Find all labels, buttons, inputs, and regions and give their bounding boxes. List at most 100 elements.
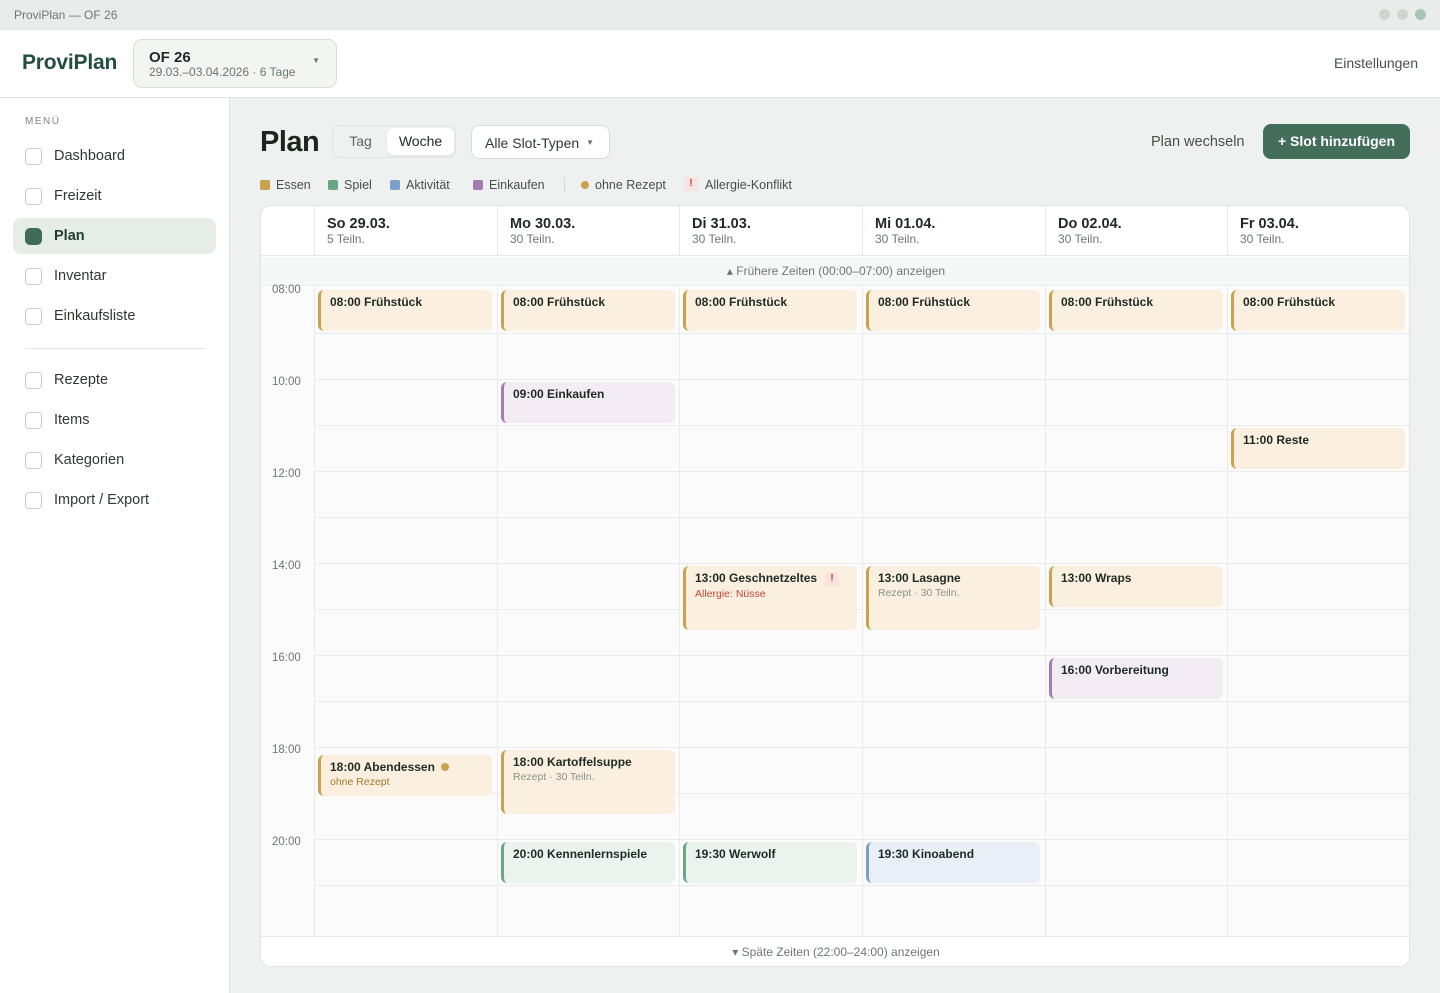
sidebar-item-label: Freizeit [54, 188, 102, 204]
slot-title: 20:00 Kennenlernspiele [513, 847, 675, 861]
slot-title-text: 19:30 Kinoabend [878, 847, 975, 861]
sidebar: MENÜ Dashboard Freizeit Plan Inventar Ei… [0, 98, 230, 993]
nav-checkbox-icon [25, 452, 42, 469]
sidebar-item-label: Dashboard [54, 148, 125, 164]
day-header[interactable]: So 29.03. 5 Teiln. [314, 206, 497, 256]
sidebar-item-plan[interactable]: Plan [13, 218, 216, 254]
slot-subtitle: Rezept · 30 Teiln. [513, 771, 595, 783]
no-recipe-dot-icon [440, 762, 449, 771]
sidebar-item-rezepte[interactable]: Rezepte [13, 362, 216, 398]
legend-swatch [260, 180, 270, 190]
sidebar-item-freizeit[interactable]: Freizeit [13, 178, 216, 214]
nav-checkbox-icon [25, 308, 42, 325]
brand-logo[interactable]: ProviPlan [22, 51, 117, 75]
no-recipe-dot-icon [581, 181, 589, 189]
slot-event[interactable]: 19:30 Kinoabend [866, 842, 1040, 883]
view-toggle: Tag Woche [332, 125, 456, 158]
switch-plan-link[interactable]: Plan wechseln [1151, 134, 1245, 150]
day-header[interactable]: Di 31.03. 30 Teiln. [679, 206, 862, 256]
slot-title: 09:00 Einkaufen [513, 387, 675, 401]
slot-title: 08:00 Frühstück [1061, 295, 1223, 309]
slot-event[interactable]: 08:00 Frühstück [1049, 290, 1223, 331]
nav-checkbox-icon [25, 372, 42, 389]
time-label: 14:00 [272, 560, 301, 572]
time-label: 08:00 [272, 284, 301, 296]
sidebar-item-kategorien[interactable]: Kategorien [13, 442, 216, 478]
slot-event[interactable]: 16:00 Vorbereitung [1049, 658, 1223, 699]
nav-checkbox-icon [25, 228, 42, 245]
sidebar-item-items[interactable]: Items [13, 402, 216, 438]
day-participants: 30 Teiln. [510, 232, 555, 246]
nav-checkbox-icon [25, 412, 42, 429]
day-name: So 29.03. [327, 216, 390, 232]
day-header[interactable]: Do 02.04. 30 Teiln. [1045, 206, 1228, 256]
sidebar-item-label: Kategorien [54, 452, 125, 468]
slot-event[interactable]: 08:00 Frühstück [683, 290, 857, 331]
sidebar-item-inventar[interactable]: Inventar [13, 258, 216, 294]
slot-event[interactable]: 08:00 Frühstück [866, 290, 1040, 331]
sidebar-item-label: Items [54, 412, 90, 428]
slot-title-text: 13:00 Lasagne [878, 571, 961, 585]
plan-selector[interactable]: OF 26 29.03.–03.04.2026 · 6 Tage ▼ [133, 39, 337, 88]
slot-title-text: 08:00 Frühstück [330, 295, 423, 309]
sidebar-item-dashboard[interactable]: Dashboard [13, 138, 216, 174]
slot-title-text: 19:30 Werwolf [695, 847, 776, 861]
add-slot-button[interactable]: + Slot hinzufügen [1263, 124, 1410, 159]
menu-heading: MENÜ [25, 116, 61, 127]
app-header: ProviPlan OF 26 29.03.–03.04.2026 · 6 Ta… [0, 30, 1440, 98]
nav-checkbox-icon [25, 188, 42, 205]
minimize-button[interactable] [1379, 9, 1390, 20]
show-later-times-button[interactable]: ▾ Späte Zeiten (22:00–24:00) anzeigen [261, 936, 1409, 966]
slot-title-text: 18:00 Kartoffelsuppe [513, 755, 632, 769]
time-label: 18:00 [272, 744, 301, 756]
slot-type-filter[interactable]: Alle Slot-Typen ▼ [471, 125, 610, 159]
maximize-button[interactable] [1397, 9, 1408, 20]
view-day-button[interactable]: Tag [336, 129, 385, 154]
hour-gridline [314, 333, 1409, 334]
hour-gridline [314, 885, 1409, 886]
legend-swatch [473, 180, 483, 190]
slot-event[interactable]: 19:30 Werwolf [683, 842, 857, 883]
time-label: 10:00 [272, 376, 301, 388]
close-button[interactable] [1415, 9, 1426, 20]
chevron-down-icon: ▼ [586, 138, 594, 147]
day-name: Mo 30.03. [510, 216, 576, 232]
calendar-grid: 08:00 10:00 12:00 14:00 16:00 18:00 20:00 08:00… [261, 284, 1409, 936]
sidebar-item-einkaufsliste[interactable]: Einkaufsliste [13, 298, 216, 334]
settings-link[interactable]: Einstellungen [1334, 55, 1418, 71]
view-week-button[interactable]: Woche [387, 128, 454, 155]
slot-title: 13:00 Wraps [1061, 571, 1223, 585]
slot-event[interactable]: 18:00 Abendessen ohne Rezept [318, 754, 492, 796]
legend-label: Aktivität [406, 178, 450, 192]
slot-event[interactable]: 13:00 Wraps [1049, 566, 1223, 607]
slot-event[interactable]: 11:00 Reste [1231, 428, 1405, 469]
day-header[interactable]: Mi 01.04. 30 Teiln. [862, 206, 1045, 256]
slot-event[interactable]: 18:00 Kartoffelsuppe Rezept · 30 Teiln. [501, 750, 675, 814]
slot-title-text: 20:00 Kennenlernspiele [513, 847, 648, 861]
slot-subtitle: Rezept · 30 Teiln. [878, 587, 960, 599]
hour-gridline [314, 839, 1409, 840]
plan-selector-name: OF 26 [149, 49, 191, 66]
slot-title-text: 08:00 Frühstück [878, 295, 971, 309]
show-earlier-times-button[interactable]: ▴ Frühere Zeiten (00:00–07:00) anzeigen [261, 257, 1409, 286]
slot-event[interactable]: 20:00 Kennenlernspiele [501, 842, 675, 883]
slot-event[interactable]: 13:00 Geschnetzeltes! Allergie: Nüsse [683, 566, 857, 630]
slot-event[interactable]: 08:00 Frühstück [318, 290, 492, 331]
slot-title-text: 09:00 Einkaufen [513, 387, 605, 401]
sidebar-divider [25, 348, 204, 349]
window-title: ProviPlan — OF 26 [14, 8, 118, 22]
slot-title: 13:00 Geschnetzeltes! [695, 571, 857, 586]
allergy-warning-icon: ! [684, 177, 698, 191]
slot-event[interactable]: 09:00 Einkaufen [501, 382, 675, 423]
slot-event[interactable]: 08:00 Frühstück [501, 290, 675, 331]
slot-subtitle: ohne Rezept [330, 775, 390, 788]
day-header[interactable]: Fr 03.04. 30 Teiln. [1227, 206, 1409, 256]
slot-event[interactable]: 08:00 Frühstück [1231, 290, 1405, 331]
day-header[interactable]: Mo 30.03. 30 Teiln. [497, 206, 680, 256]
slot-title: 08:00 Frühstück [878, 295, 1040, 309]
slot-title-text: 11:00 Reste [1243, 433, 1310, 447]
slot-title-text: 08:00 Frühstück [1243, 295, 1336, 309]
sidebar-item-import-export[interactable]: Import / Export [13, 482, 216, 518]
slot-event[interactable]: 13:00 Lasagne Rezept · 30 Teiln. [866, 566, 1040, 630]
slot-title: 13:00 Lasagne [878, 571, 1040, 585]
